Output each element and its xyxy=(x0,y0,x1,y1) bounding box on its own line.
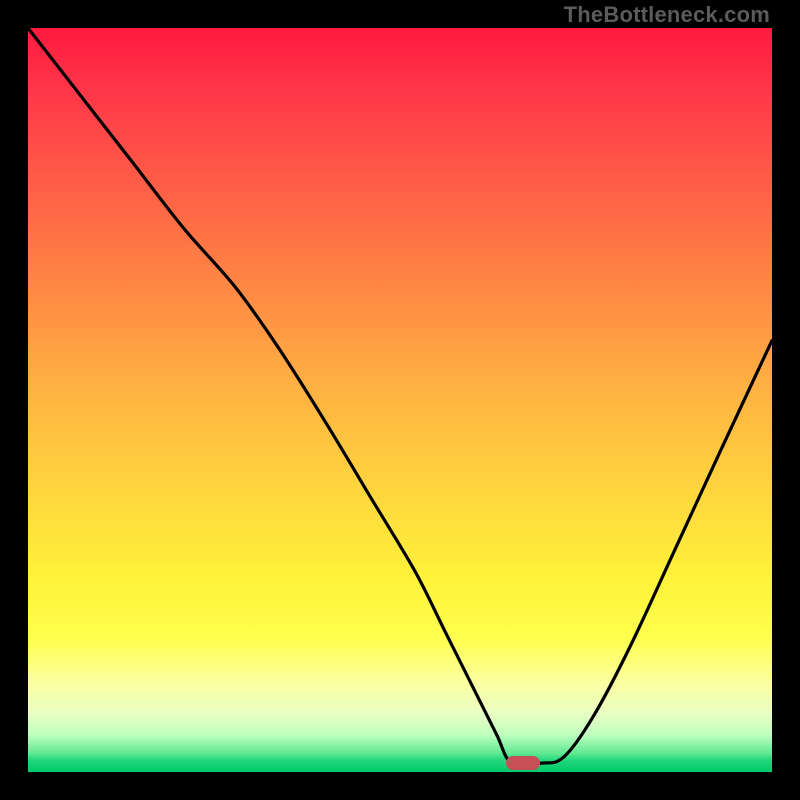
plot-frame xyxy=(28,28,772,772)
curve-layer xyxy=(28,28,772,772)
plot-area xyxy=(28,28,772,772)
optimal-marker xyxy=(506,756,540,770)
watermark-text: TheBottleneck.com xyxy=(564,2,770,28)
bottleneck-curve-path xyxy=(28,28,772,765)
